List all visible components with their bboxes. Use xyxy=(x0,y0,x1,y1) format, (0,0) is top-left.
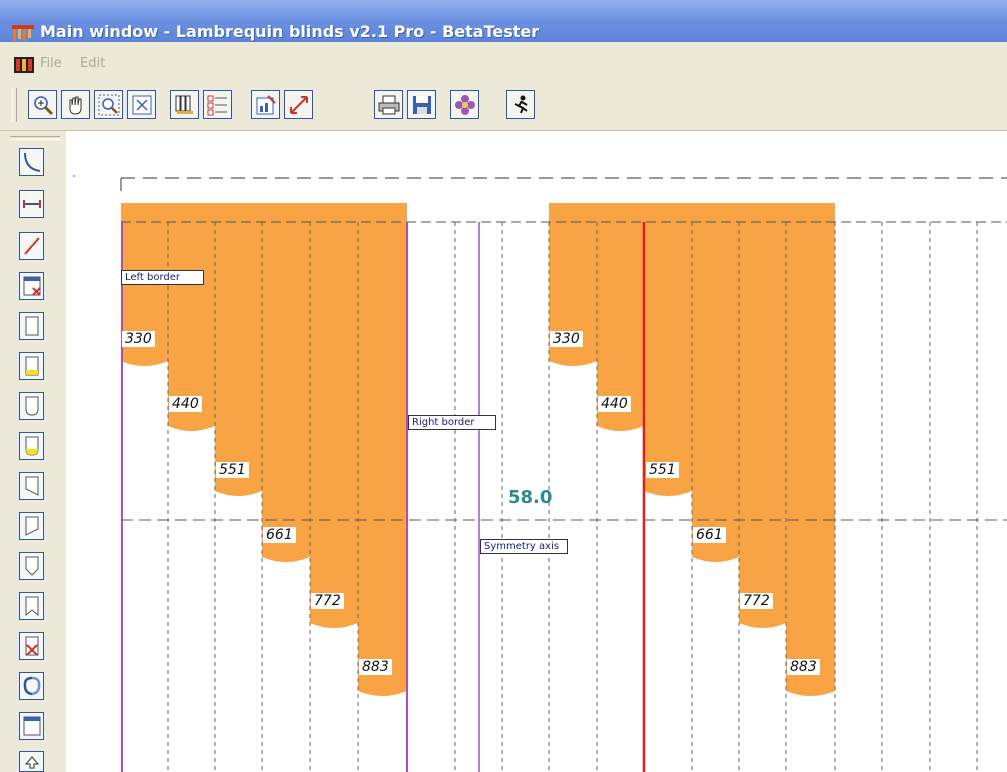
flower-icon xyxy=(455,95,475,115)
left-depth-5[interactable]: 772 xyxy=(311,593,344,609)
rect-filled-tool-button[interactable] xyxy=(19,352,44,380)
print-button[interactable] xyxy=(374,90,403,119)
pointed-icon xyxy=(25,556,39,576)
edit-chart-icon xyxy=(256,95,276,115)
rect-tool-button[interactable] xyxy=(19,312,44,340)
rounded-filled-tool-button[interactable] xyxy=(19,432,44,460)
rectangle-icon xyxy=(25,316,39,336)
curve-tool-button[interactable] xyxy=(19,148,44,176)
left-depth-6[interactable]: 883 xyxy=(359,659,392,675)
menu-bar: File Edit xyxy=(0,52,1007,76)
center-dimension: 58.0 xyxy=(508,487,553,508)
floppy-disk-icon xyxy=(413,96,431,114)
hand-icon xyxy=(69,96,82,115)
menu-file[interactable]: File xyxy=(40,56,62,71)
title-bar: Main window - Lambrequin blinds v2.1 Pro… xyxy=(0,0,1007,42)
panel-grip[interactable] xyxy=(10,136,60,140)
left-depth-3[interactable]: 551 xyxy=(216,462,249,478)
blind-drawing xyxy=(73,175,1007,772)
bevel-right-icon xyxy=(25,516,39,536)
right-border-label[interactable]: Right border xyxy=(408,415,496,430)
window-title: Main window - Lambrequin blinds v2.1 Pro… xyxy=(40,22,540,41)
delete-rect-icon xyxy=(23,276,41,296)
delete-tool-button[interactable] xyxy=(19,632,44,660)
curve-icon xyxy=(24,152,41,172)
left-depth-4[interactable]: 661 xyxy=(263,527,296,543)
symmetry-icon xyxy=(23,676,41,696)
zoom-in-button[interactable] xyxy=(28,90,57,119)
right-depth-6[interactable]: 883 xyxy=(787,659,820,675)
left-depth-2[interactable]: 440 xyxy=(169,396,202,412)
pan-button[interactable] xyxy=(61,90,90,119)
zoom-window-icon xyxy=(98,94,120,116)
document-icon[interactable] xyxy=(14,57,34,73)
resize-arrows-icon xyxy=(290,96,308,114)
ribbon-tool-button[interactable] xyxy=(19,592,44,620)
bevel-right-tool-button[interactable] xyxy=(19,512,44,540)
diagonal-line-icon xyxy=(24,237,40,255)
drawing-canvas[interactable]: Left border Right border Symmetry axis 5… xyxy=(66,131,1007,772)
left-border-label[interactable]: Left border xyxy=(121,270,204,285)
menu-edit[interactable]: Edit xyxy=(80,56,105,71)
window-icon xyxy=(23,716,41,736)
checklist-icon xyxy=(207,95,227,116)
edit-chart-button[interactable] xyxy=(251,90,280,119)
runner-button[interactable] xyxy=(506,90,535,119)
rounded-tool-button[interactable] xyxy=(19,392,44,420)
zoom-fit-icon xyxy=(132,95,152,115)
rectangle-filled-icon xyxy=(25,356,39,376)
right-depth-4[interactable]: 661 xyxy=(693,527,726,543)
save-button[interactable] xyxy=(407,90,436,119)
delete-x-icon xyxy=(25,636,39,656)
rounded-shape-icon xyxy=(25,396,39,416)
up-arrow-icon xyxy=(24,756,40,769)
right-depth-2[interactable]: 440 xyxy=(598,396,631,412)
zoom-fit-button[interactable] xyxy=(127,90,156,119)
bevel-left-icon xyxy=(25,476,39,496)
window-tool-button[interactable] xyxy=(19,712,44,740)
symmetry-tool-button[interactable] xyxy=(19,672,44,700)
resize-button[interactable] xyxy=(284,90,313,119)
symmetry-axis-label[interactable]: Symmetry axis xyxy=(480,539,568,554)
right-depth-3[interactable]: 551 xyxy=(646,462,679,478)
zoom-window-button[interactable] xyxy=(94,90,123,119)
delete-rect-tool-button[interactable] xyxy=(19,272,44,300)
bevel-left-tool-button[interactable] xyxy=(19,472,44,500)
steps-button[interactable] xyxy=(203,90,232,119)
left-depth-1[interactable]: 330 xyxy=(122,331,155,347)
toolbar-grip[interactable] xyxy=(12,88,17,122)
right-depth-1[interactable]: 330 xyxy=(550,331,583,347)
pointed-tool-button[interactable] xyxy=(19,552,44,580)
rounded-filled-icon xyxy=(25,436,39,456)
blinds-button[interactable] xyxy=(170,90,199,119)
diagonal-line-tool-button[interactable] xyxy=(19,232,44,260)
scroll-up-tool-button[interactable] xyxy=(19,751,44,772)
right-depth-5[interactable]: 772 xyxy=(740,593,773,609)
flower-button[interactable] xyxy=(450,90,479,119)
horizontal-line-tool-button[interactable] xyxy=(19,190,44,218)
app-icon xyxy=(12,25,34,41)
zoom-in-icon xyxy=(34,96,54,116)
blinds-icon xyxy=(175,95,193,114)
ribbon-icon xyxy=(25,596,39,617)
printer-icon xyxy=(378,95,400,115)
horizontal-line-icon xyxy=(23,200,41,208)
running-man-icon xyxy=(514,95,528,114)
